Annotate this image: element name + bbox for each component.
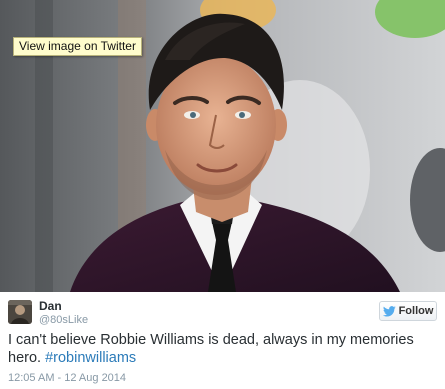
avatar[interactable] <box>8 300 32 324</box>
hashtag-link[interactable]: #robinwilliams <box>45 350 136 366</box>
display-name[interactable]: Dan <box>39 299 62 313</box>
tweet-timestamp[interactable]: 12:05 AM - 12 Aug 2014 <box>8 372 126 384</box>
follow-label: Follow <box>398 305 434 317</box>
tweet-card: Dan @80sLike Follow I can't believe Robb… <box>0 292 445 389</box>
twitter-bird-icon <box>382 305 396 316</box>
tweet-text: I can't believe Robbie Williams is dead,… <box>8 331 438 367</box>
tweet-photo[interactable]: View image on Twitter <box>0 0 445 292</box>
user-handle[interactable]: @80sLike <box>39 314 88 326</box>
follow-button[interactable]: Follow <box>379 301 437 321</box>
view-image-tooltip: View image on Twitter <box>13 37 142 56</box>
